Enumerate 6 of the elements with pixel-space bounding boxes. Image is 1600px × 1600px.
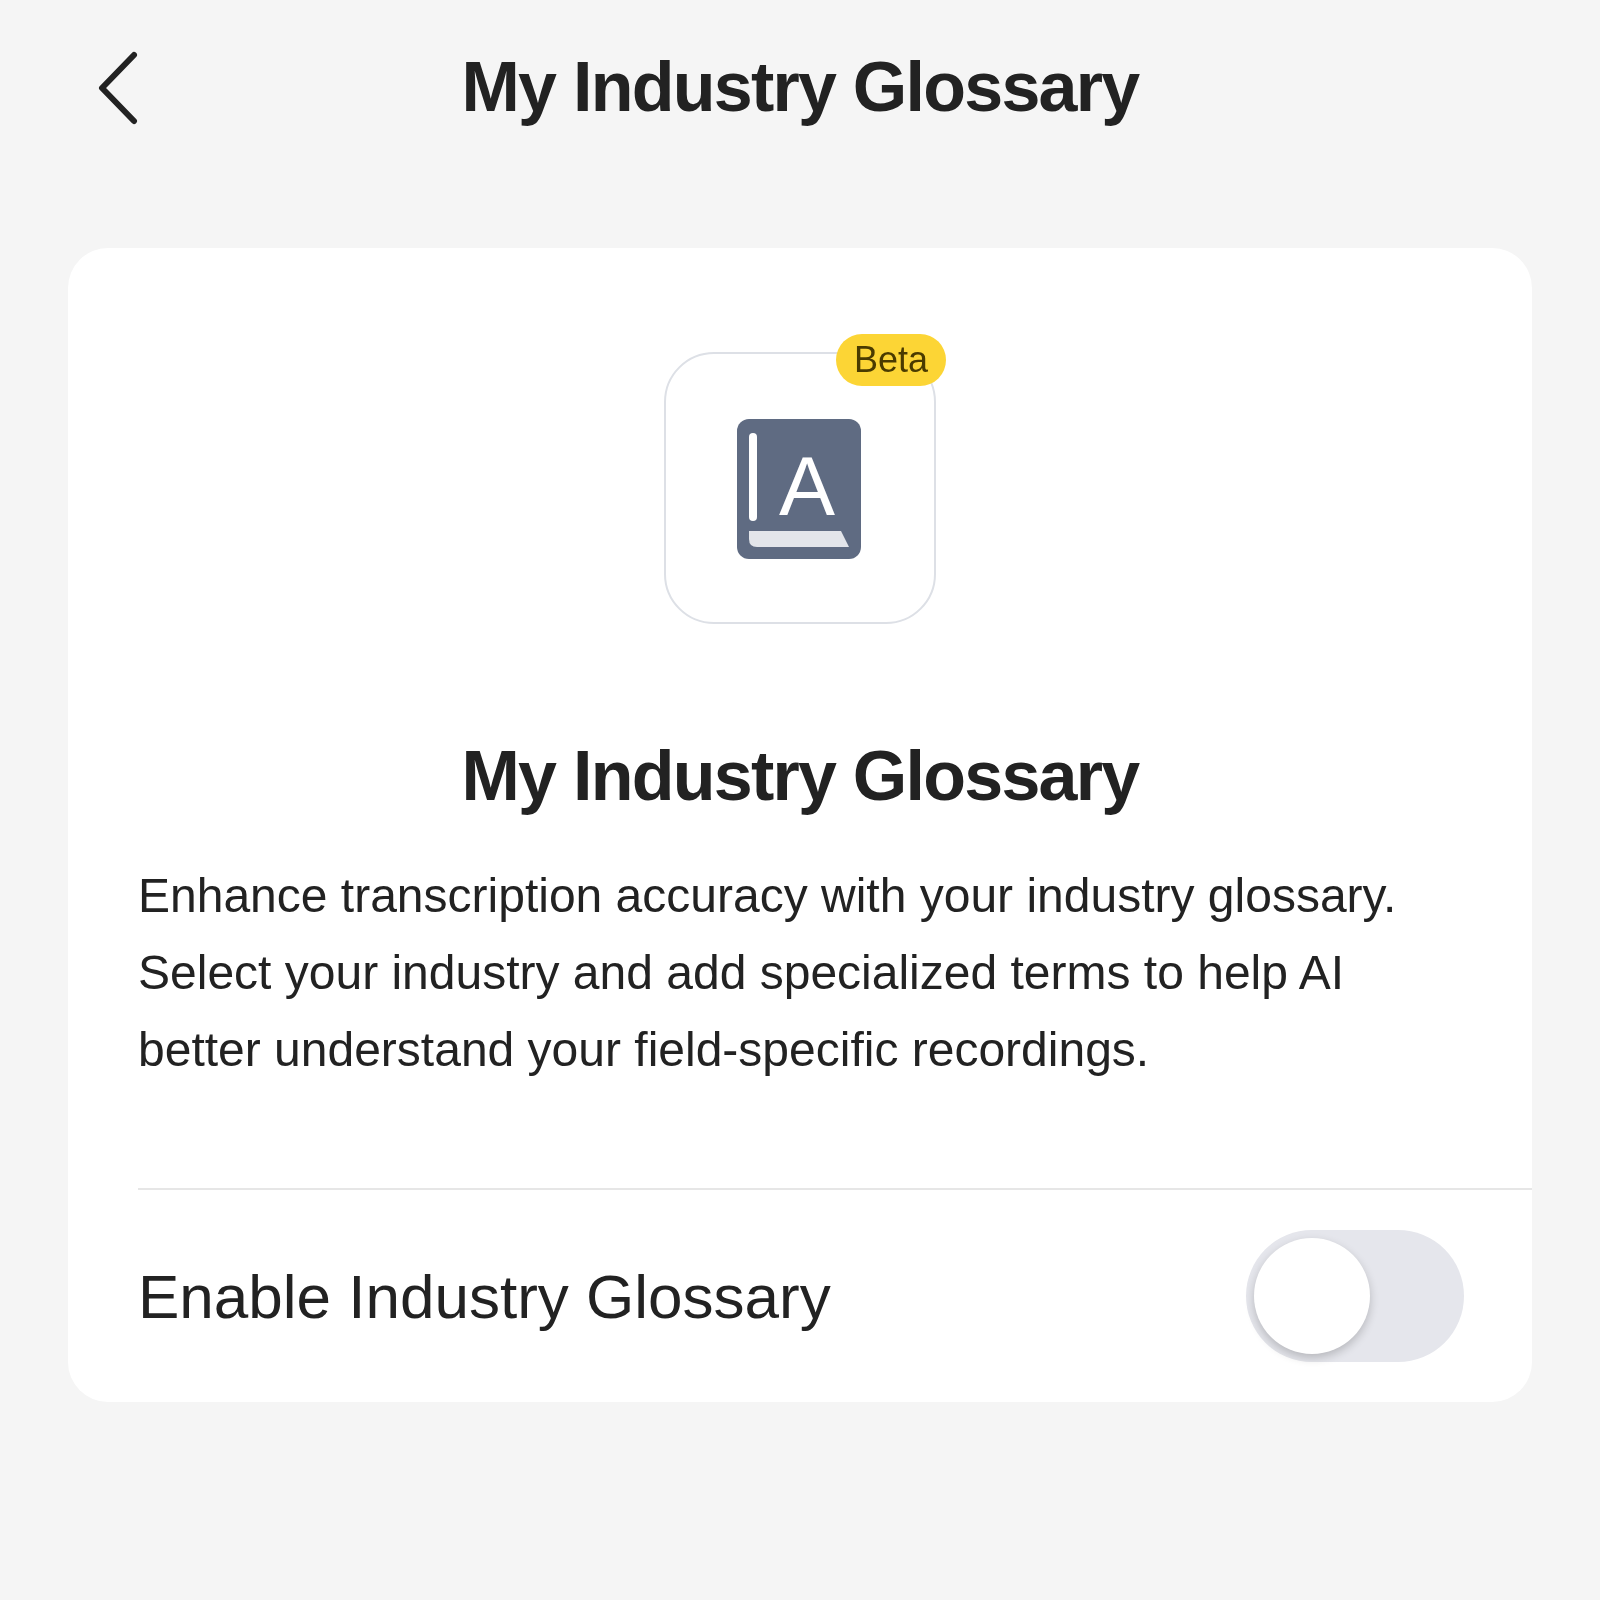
beta-badge: Beta — [835, 334, 946, 386]
feature-description: Enhance transcription accuracy with your industry glossary. Select your industry and add specialized terms to help AI better understand your field-specific recordings. — [137, 868, 1398, 1078]
toggle-label: Enable Industry Glossary — [138, 1260, 831, 1333]
feature-title: My Industry Glossary — [460, 736, 1141, 817]
page-title: My Industry Glossary — [461, 47, 1139, 128]
back-icon — [96, 51, 140, 125]
